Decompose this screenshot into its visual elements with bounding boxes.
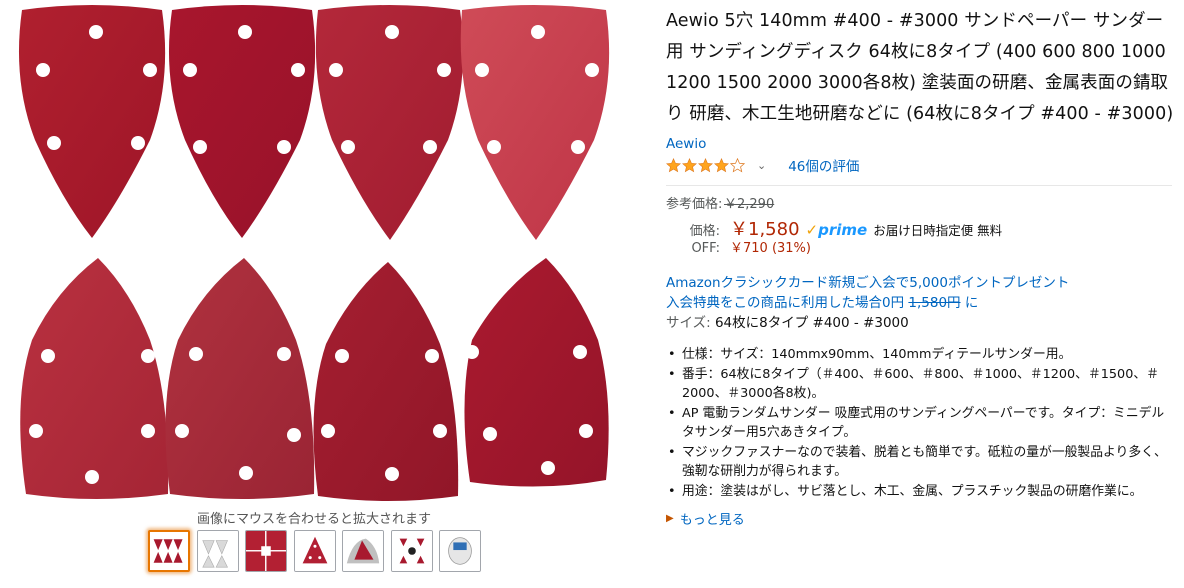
savings-row: OFF: ￥710 (31%) <box>666 237 1176 259</box>
size-value: 64枚に8タイプ #400 - #3000 <box>714 315 909 331</box>
thumbnail-7[interactable] <box>439 530 481 572</box>
star-rating[interactable] <box>666 157 745 173</box>
see-more-label: もっと見る <box>679 513 745 528</box>
promo-new-price[interactable]: 0円 <box>882 295 904 311</box>
sandpaper-pad-3 <box>315 5 464 240</box>
product-info: Aewio 5穴 140mm #400 - #3000 サンドペーパー サンダー… <box>666 6 1176 528</box>
image-gallery: 画像にマウスを合わせると拡大されます <box>0 0 640 588</box>
brand-link[interactable]: Aewio <box>666 136 1176 152</box>
price-row: 価格: ￥1,580 ✓ prime お届け日時指定便 無料 <box>666 215 1176 240</box>
thumbnail-1[interactable] <box>148 530 190 572</box>
size-label: サイズ: <box>666 315 711 331</box>
feature-bullet: マジックファスナーなので装着、脱着とも簡単です。砥粒の量が一般製品より多く、強靭… <box>666 443 1176 482</box>
star-empty-icon <box>730 157 745 172</box>
star-full-icon <box>714 157 729 172</box>
savings-value: ￥710 (31%) <box>730 241 811 256</box>
price-label: 価格: <box>689 224 720 239</box>
sandpaper-pad-4 <box>460 5 610 240</box>
list-price-label: 参考価格: <box>666 197 723 212</box>
reviews-link[interactable]: 46個の評価 <box>788 155 859 175</box>
thumbnail-4[interactable] <box>294 530 336 572</box>
feature-bullet: 仕様：サイズ：140mmx90mm、140mmディテールサンダー用。 <box>666 345 1176 365</box>
feature-bullet: 番手：64枚に8タイプ（＃400、＃600、＃800、＃1000、＃1200、＃… <box>666 365 1176 404</box>
zoom-hint: 画像にマウスを合わせると拡大されます <box>196 512 431 527</box>
thumbnail-5[interactable] <box>342 530 384 572</box>
feature-bullets: 仕様：サイズ：140mmx90mm、140mmディテールサンダー用。 番手：64… <box>666 345 1176 501</box>
star-full-icon <box>666 157 681 172</box>
sandpaper-pad-2 <box>168 5 316 238</box>
divider <box>666 185 1172 186</box>
sandpaper-pad-8 <box>464 258 609 487</box>
chevron-down-icon[interactable]: ⌄ <box>757 159 766 172</box>
thumbnail-3[interactable] <box>245 530 287 572</box>
caret-right-icon: ▶ <box>666 513 674 524</box>
sandpaper-pad-6 <box>165 258 315 499</box>
promo-prefix[interactable]: 入会特典をこの商品に利用した場合 <box>666 295 882 311</box>
thumbnail-6[interactable] <box>391 530 433 572</box>
feature-bullet: AP 電動ランダムサンダー 吸塵式用のサンディングペーパーです。タイプ：ミニデル… <box>666 404 1176 443</box>
feature-bullet: 用途：塗装はがし、サビ落とし、木工、金属、プラスチック製品の研磨作業に。 <box>666 482 1176 502</box>
size-row: サイズ: 64枚に8タイプ #400 - #3000 <box>666 313 1176 333</box>
list-price-value: ￥2,290 <box>724 197 775 212</box>
savings-label: OFF: <box>691 241 720 256</box>
product-title: Aewio 5穴 140mm #400 - #3000 サンドペーパー サンダー… <box>666 11 1174 124</box>
rating-row: ⌄ 46個の評価 <box>666 155 1176 175</box>
sandpaper-pad-1 <box>18 5 166 238</box>
price-block: 参考価格: ￥2,290 価格: ￥1,580 ✓ prime お届け日時指定便 … <box>666 193 1176 259</box>
sandpaper-pad-5 <box>20 258 169 499</box>
card-promo-link[interactable]: Amazonクラシックカード新規ご入会で5,000ポイントプレゼント <box>666 275 1069 291</box>
promo-old-price: 1,580円 <box>908 295 961 311</box>
star-full-icon <box>698 157 713 172</box>
thumbnail-2[interactable] <box>197 530 239 572</box>
prime-logo[interactable]: prime <box>818 221 867 239</box>
product-main-image[interactable] <box>0 0 640 505</box>
star-full-icon <box>682 157 697 172</box>
promo-suffix[interactable]: に <box>961 295 979 311</box>
shipping-info: お届け日時指定便 無料 <box>873 223 1003 238</box>
sandpaper-pad-7 <box>313 262 459 501</box>
see-more-link[interactable]: ▶ もっと見る <box>666 509 1176 528</box>
list-price-row: 参考価格: ￥2,290 <box>666 193 1176 215</box>
card-promo: Amazonクラシックカード新規ご入会で5,000ポイントプレゼント 入会特典を… <box>666 273 1176 313</box>
